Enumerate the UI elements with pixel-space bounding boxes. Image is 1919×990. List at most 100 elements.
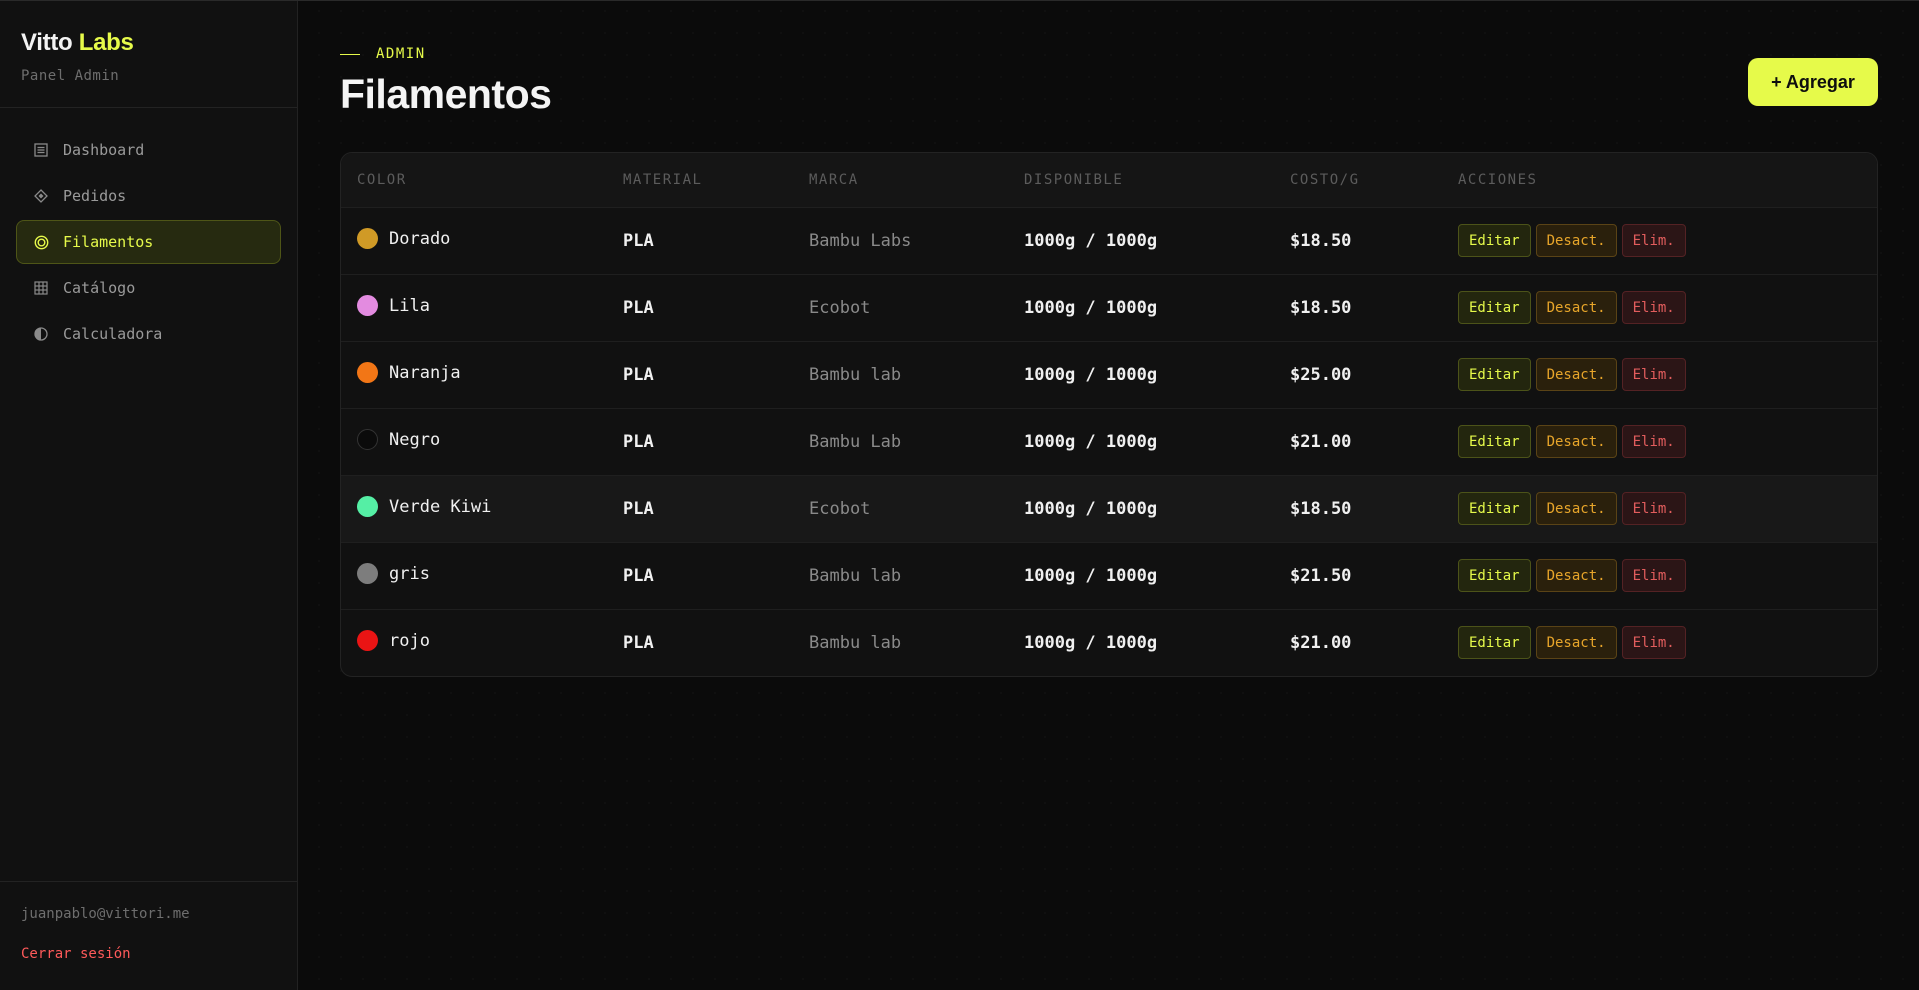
brand-subtitle: Panel Admin [21,68,120,84]
deactivate-button[interactable]: Desact. [1535,425,1617,458]
edit-button[interactable]: Editar [1458,358,1531,391]
edit-button[interactable]: Editar [1458,291,1531,324]
cost-cell: $18.50 [1290,297,1352,318]
edit-button[interactable]: Editar [1458,492,1531,525]
color-cell: Naranja [341,341,607,408]
sidebar-item-calculadora[interactable]: Calculadora [16,312,281,356]
cost-cell: $21.00 [1290,431,1352,452]
color-swatch [357,362,378,383]
deactivate-button[interactable]: Desact. [1535,626,1617,660]
edit-button[interactable]: Editar [1458,559,1531,592]
column-header-cost[interactable]: COSTO/G [1274,153,1442,208]
color-swatch [357,630,378,652]
brand-name: Vitto [21,29,73,56]
edit-button[interactable]: Editar [1458,626,1531,660]
column-header-available[interactable]: DISPONIBLE [1008,153,1274,208]
material-cell: PLA [623,364,654,385]
color-cell: Verde Kiwi [341,475,607,542]
available-cell: 1000g / 1000g [1024,431,1158,452]
delete-button[interactable]: Elim. [1621,291,1686,324]
brand-name-accent: Labs [78,29,134,56]
material-cell: PLA [623,565,654,586]
cost-cell: $21.50 [1290,565,1352,586]
spool-icon [33,234,49,250]
table-row: Negro PLA Bambu Lab 1000g / 1000g $21.00 Edit… [341,408,1877,475]
edit-button[interactable]: Editar [1458,224,1531,257]
logout-link[interactable]: Cerrar sesión [21,946,276,962]
brand-block: Vitto Labs Panel Admin [0,1,297,108]
sidebar-item-label: Pedidos [63,187,127,205]
color-name: rojo [389,630,430,651]
table-row: Lila PLA Ecobot 1000g / 1000g $18.50 Editar De… [341,274,1877,341]
page-title: Filamentos [340,71,552,117]
available-cell: 1000g / 1000g [1024,498,1158,519]
brand-cell: Bambu Labs [809,230,912,251]
brand-cell: Bambu lab [809,364,902,385]
deactivate-button[interactable]: Desact. [1535,291,1617,324]
brand-cell: Ecobot [809,498,871,519]
actions-cell: Editar Desact. Elim. [1442,609,1877,676]
cost-cell: $25.00 [1290,364,1352,385]
brand-logo[interactable]: Vitto Labs [21,29,276,57]
material-cell: PLA [623,498,654,519]
actions-cell: Editar Desact. Elim. [1442,542,1877,609]
sidebar: Vitto Labs Panel Admin Dashboard Pedidos… [0,1,298,990]
actions-cell: Editar Desact. Elim. [1442,274,1877,341]
cost-cell: $18.50 [1290,498,1352,519]
sidebar-item-label: Calculadora [63,325,163,343]
delete-button[interactable]: Elim. [1621,358,1686,391]
brand-cell: Bambu lab [809,565,902,586]
sidebar-item-label: Catálogo [63,279,136,297]
color-swatch [357,295,378,316]
diamond-icon [33,188,49,204]
color-cell: rojo [341,609,607,676]
delete-button[interactable]: Elim. [1621,425,1686,458]
actions-cell: Editar Desact. Elim. [1442,341,1877,408]
eyebrow-label: ADMIN [376,46,426,62]
color-swatch [357,429,378,450]
color-name: Lila [389,295,430,316]
deactivate-button[interactable]: Desact. [1535,492,1617,525]
deactivate-button[interactable]: Desact. [1535,358,1617,391]
color-cell: gris [341,542,607,609]
table-row: Dorado PLA Bambu Labs 1000g / 1000g $18.50 Ed… [341,207,1877,274]
column-header-brand[interactable]: MARCA [793,153,1008,208]
section-eyebrow: ADMIN [340,46,426,62]
sidebar-item-pedidos[interactable]: Pedidos [16,174,281,218]
available-cell: 1000g / 1000g [1024,297,1158,318]
sidebar-item-label: Filamentos [63,233,154,251]
table-row: rojo PLA Bambu lab 1000g / 1000g $21.00 Edita… [341,609,1877,676]
color-name: Verde Kiwi [389,496,492,517]
brand-cell: Ecobot [809,297,871,318]
sidebar-item-catalogo[interactable]: Catálogo [16,266,281,310]
material-cell: PLA [623,230,654,251]
sidebar-item-dashboard[interactable]: Dashboard [16,128,281,172]
color-name: Naranja [389,362,461,383]
column-header-color[interactable]: COLOR [341,153,607,208]
column-header-material[interactable]: MATERIAL [607,153,793,208]
list-icon [33,142,49,158]
delete-button[interactable]: Elim. [1621,559,1686,592]
filaments-table: COLOR MATERIAL MARCA DISPONIBLE COSTO/G … [340,152,1878,677]
delete-button[interactable]: Elim. [1621,224,1686,257]
color-cell: Dorado [341,207,607,274]
table-header-row: COLOR MATERIAL MARCA DISPONIBLE COSTO/G … [341,153,1877,208]
edit-button[interactable]: Editar [1458,425,1531,458]
actions-cell: Editar Desact. Elim. [1442,475,1877,542]
sidebar-nav: Dashboard Pedidos Filamentos Catálogo Ca… [0,108,297,356]
available-cell: 1000g / 1000g [1024,230,1158,251]
color-name: Dorado [389,228,451,249]
brand-cell: Bambu Lab [809,431,902,452]
brand-cell: Bambu lab [809,632,902,653]
actions-cell: Editar Desact. Elim. [1442,408,1877,475]
add-filament-button[interactable]: + Agregar [1748,58,1878,106]
table-row: Naranja PLA Bambu lab 1000g / 1000g $25.00 Ed… [341,341,1877,408]
deactivate-button[interactable]: Desact. [1535,224,1617,257]
eyebrow-line [340,53,360,55]
sidebar-item-filamentos[interactable]: Filamentos [16,220,281,264]
table-row: Verde Kiwi PLA Ecobot 1000g / 1000g $18.50 Ed… [341,475,1877,542]
delete-button[interactable]: Elim. [1621,492,1686,525]
delete-button[interactable]: Elim. [1621,626,1686,660]
deactivate-button[interactable]: Desact. [1535,559,1617,592]
grid-icon [33,280,49,296]
